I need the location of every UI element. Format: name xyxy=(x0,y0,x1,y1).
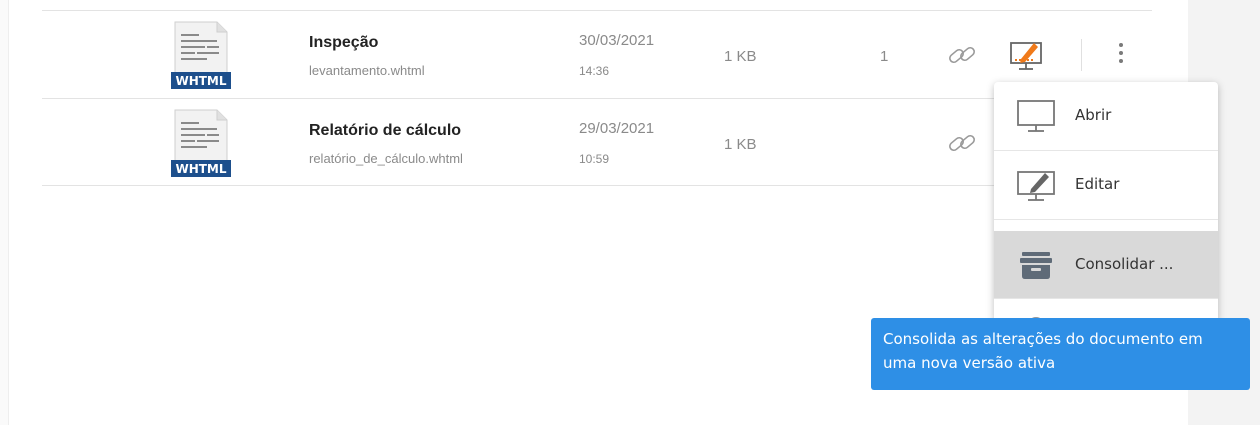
whtml-file-icon: WHTML xyxy=(171,21,231,89)
file-row[interactable]: WHTML Relatório de cálculo relatório_de_… xyxy=(42,99,1152,186)
file-filename: levantamento.whtml xyxy=(309,63,425,78)
file-name[interactable]: Relatório de cálculo xyxy=(309,122,461,140)
menu-item-consolidar[interactable]: Consolidar ... xyxy=(994,231,1218,299)
file-time: 14:36 xyxy=(579,64,610,78)
whtml-badge: WHTML xyxy=(175,162,226,176)
menu-item-label: Consolidar ... xyxy=(1075,255,1174,273)
left-border-strip xyxy=(0,0,9,425)
file-filename: relatório_de_cálculo.whtml xyxy=(309,151,463,166)
menu-item-label: Editar xyxy=(1075,175,1120,193)
file-size: 1 KB xyxy=(724,136,757,153)
file-time: 10:59 xyxy=(579,152,610,166)
file-date: 29/03/2021 xyxy=(579,120,655,137)
file-row[interactable]: WHTML Inspeção levantamento.whtml 30/03/… xyxy=(42,11,1152,99)
menu-item-label: Abrir xyxy=(1075,106,1112,124)
menu-item-abrir[interactable]: Abrir xyxy=(994,82,1218,151)
file-name[interactable]: Inspeção xyxy=(309,34,378,52)
whtml-file-icon: WHTML xyxy=(171,109,231,177)
file-size: 1 KB xyxy=(724,48,757,65)
edit-document-icon[interactable] xyxy=(1008,37,1044,73)
file-count: 1 xyxy=(880,48,889,65)
whtml-badge: WHTML xyxy=(175,74,226,88)
file-date: 30/03/2021 xyxy=(579,32,655,49)
monitor-edit-icon xyxy=(1017,171,1055,201)
file-list: WHTML Inspeção levantamento.whtml 30/03/… xyxy=(42,10,1152,186)
link-icon[interactable] xyxy=(946,130,978,156)
tooltip: Consolida as alterações do documento em … xyxy=(871,318,1250,390)
archive-box-icon xyxy=(1020,252,1052,279)
monitor-icon xyxy=(1017,100,1055,132)
more-options-icon[interactable] xyxy=(1109,40,1133,70)
action-divider xyxy=(1081,39,1082,71)
context-menu: Abrir Editar Consolidar ... xyxy=(994,82,1218,322)
link-icon[interactable] xyxy=(946,42,978,68)
menu-item-editar[interactable]: Editar xyxy=(994,151,1218,220)
